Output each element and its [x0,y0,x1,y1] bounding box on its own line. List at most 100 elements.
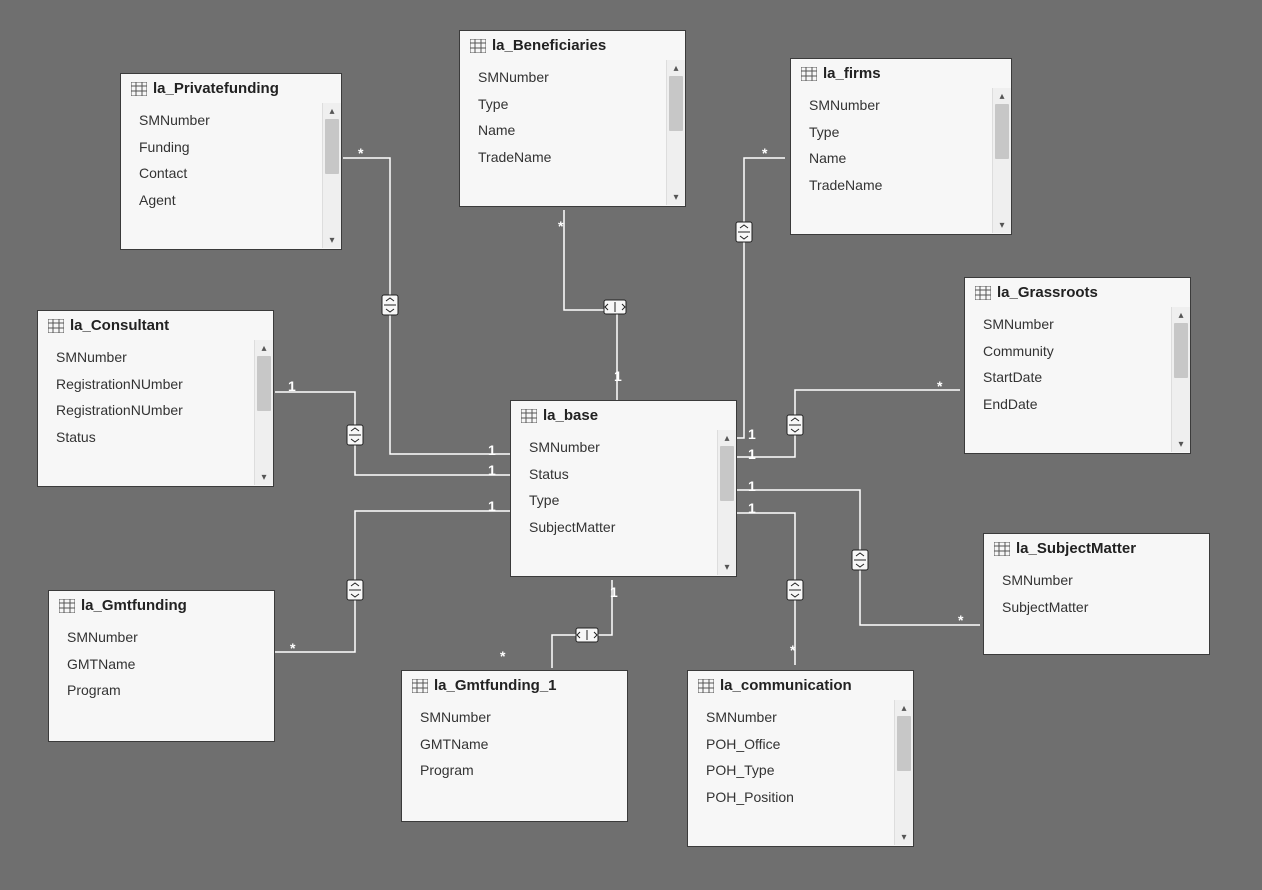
scroll-up-icon[interactable]: ▴ [1172,307,1190,323]
cardinality-one: 1 [614,368,622,384]
field[interactable]: GMTName [420,731,623,758]
scroll-down-icon[interactable]: ▾ [667,189,685,205]
field-list: SMNumber GMTName Program [402,700,627,820]
field[interactable]: Contact [139,160,318,187]
field[interactable]: Status [56,424,250,451]
table-communication[interactable]: la_communication SMNumber POH_Office POH… [687,670,914,847]
scroll-down-icon[interactable]: ▾ [323,232,341,248]
scrollbar[interactable]: ▴ ▾ [322,103,341,248]
field[interactable]: Program [67,677,270,704]
cardinality-many: * [790,642,795,658]
field[interactable]: SMNumber [139,107,318,134]
table-consultant[interactable]: la_Consultant SMNumber RegistrationNUmbe… [37,310,274,487]
table-title: la_Gmtfunding [81,597,187,614]
table-title: la_firms [823,65,881,82]
field[interactable]: SMNumber [420,704,623,731]
field[interactable]: SMNumber [478,64,662,91]
scroll-up-icon[interactable]: ▴ [895,700,913,716]
table-title: la_Privatefunding [153,80,279,97]
field[interactable]: Name [478,117,662,144]
field[interactable]: StartDate [983,364,1167,391]
field[interactable]: Community [983,338,1167,365]
cardinality-many: * [937,378,942,394]
field[interactable]: POH_Type [706,757,890,784]
table-icon [698,679,714,693]
diagram-canvas[interactable]: * 1 * 1 * 1 1 1 * 1 * 1 1 * * 1 * 1 la_P… [0,0,1262,890]
field[interactable]: POH_Office [706,731,890,758]
field[interactable]: RegistrationNUmber [56,397,250,424]
field[interactable]: SubjectMatter [529,514,713,541]
field[interactable]: Program [420,757,623,784]
table-gmtfunding[interactable]: la_Gmtfunding SMNumber GMTName Program [48,590,275,742]
field[interactable]: SMNumber [56,344,250,371]
cardinality-one: 1 [748,478,756,494]
field-list: SMNumber Type Name TradeName [791,88,992,233]
table-title: la_Consultant [70,317,169,334]
table-firms[interactable]: la_firms SMNumber Type Name TradeName ▴ … [790,58,1012,235]
field[interactable]: SMNumber [706,704,890,731]
field[interactable]: Type [809,119,988,146]
table-gmtfunding1[interactable]: la_Gmtfunding_1 SMNumber GMTName Program [401,670,628,822]
cardinality-one: 1 [748,446,756,462]
table-title: la_base [543,407,598,424]
cardinality-one: 1 [488,462,496,478]
field[interactable]: Agent [139,187,318,214]
scroll-down-icon[interactable]: ▾ [993,217,1011,233]
scrollbar[interactable]: ▴ ▾ [717,430,736,575]
cardinality-many: * [290,640,295,656]
table-icon [48,319,64,333]
scrollbar[interactable]: ▴ ▾ [666,60,685,205]
field[interactable]: TradeName [809,172,988,199]
cardinality-one: 1 [288,378,296,394]
field[interactable]: SMNumber [983,311,1167,338]
scroll-up-icon[interactable]: ▴ [993,88,1011,104]
field-list: SMNumber Status Type SubjectMatter [511,430,717,575]
scroll-down-icon[interactable]: ▾ [1172,436,1190,452]
field[interactable]: Status [529,461,713,488]
cardinality-one: 1 [488,442,496,458]
scrollbar[interactable]: ▴ ▾ [1171,307,1190,452]
field-list: SMNumber SubjectMatter [984,563,1209,653]
cardinality-many: * [958,612,963,628]
cardinality-many: * [500,648,505,664]
scroll-up-icon[interactable]: ▴ [323,103,341,119]
field[interactable]: EndDate [983,391,1167,418]
cardinality-one: 1 [748,500,756,516]
scroll-down-icon[interactable]: ▾ [255,469,273,485]
scrollbar[interactable]: ▴ ▾ [992,88,1011,233]
field[interactable]: SubjectMatter [1002,594,1205,621]
field[interactable]: SMNumber [529,434,713,461]
table-icon [801,67,817,81]
table-subjectmatter[interactable]: la_SubjectMatter SMNumber SubjectMatter [983,533,1210,655]
table-icon [470,39,486,53]
field[interactable]: Type [529,487,713,514]
field[interactable]: SMNumber [1002,567,1205,594]
field[interactable]: GMTName [67,651,270,678]
field-list: SMNumber Funding Contact Agent [121,103,322,248]
field[interactable]: Funding [139,134,318,161]
scroll-up-icon[interactable]: ▴ [667,60,685,76]
field[interactable]: SMNumber [67,624,270,651]
field[interactable]: SMNumber [809,92,988,119]
scrollbar[interactable]: ▴ ▾ [254,340,273,485]
field[interactable]: Name [809,145,988,172]
table-base[interactable]: la_base SMNumber Status Type SubjectMatt… [510,400,737,577]
table-title: la_SubjectMatter [1016,540,1136,557]
scroll-down-icon[interactable]: ▾ [718,559,736,575]
field[interactable]: POH_Position [706,784,890,811]
table-title: la_Grassroots [997,284,1098,301]
cardinality-one: 1 [610,584,618,600]
scroll-up-icon[interactable]: ▴ [255,340,273,356]
field[interactable]: TradeName [478,144,662,171]
scroll-up-icon[interactable]: ▴ [718,430,736,446]
scrollbar[interactable]: ▴ ▾ [894,700,913,845]
table-icon [131,82,147,96]
field[interactable]: Type [478,91,662,118]
table-icon [521,409,537,423]
table-icon [412,679,428,693]
table-grassroots[interactable]: la_Grassroots SMNumber Community StartDa… [964,277,1191,454]
field[interactable]: RegistrationNUmber [56,371,250,398]
table-beneficiaries[interactable]: la_Beneficiaries SMNumber Type Name Trad… [459,30,686,207]
scroll-down-icon[interactable]: ▾ [895,829,913,845]
table-privatefunding[interactable]: la_Privatefunding SMNumber Funding Conta… [120,73,342,250]
